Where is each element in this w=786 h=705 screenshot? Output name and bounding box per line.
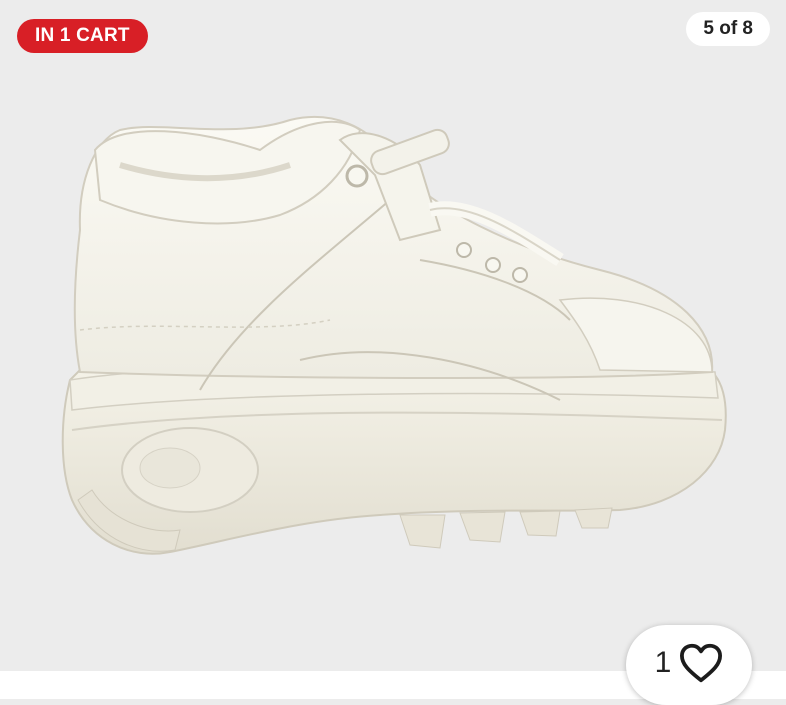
product-image: [61, 116, 727, 555]
image-counter: 5 of 8: [686, 12, 770, 46]
like-count: 1: [654, 646, 672, 679]
in-cart-badge: IN 1 CART: [17, 19, 148, 53]
heart-outline-icon: [680, 643, 723, 683]
favorite-button[interactable]: 1: [626, 625, 752, 705]
image-viewer[interactable]: IN 1 CART 5 of 8 1: [0, 0, 786, 705]
